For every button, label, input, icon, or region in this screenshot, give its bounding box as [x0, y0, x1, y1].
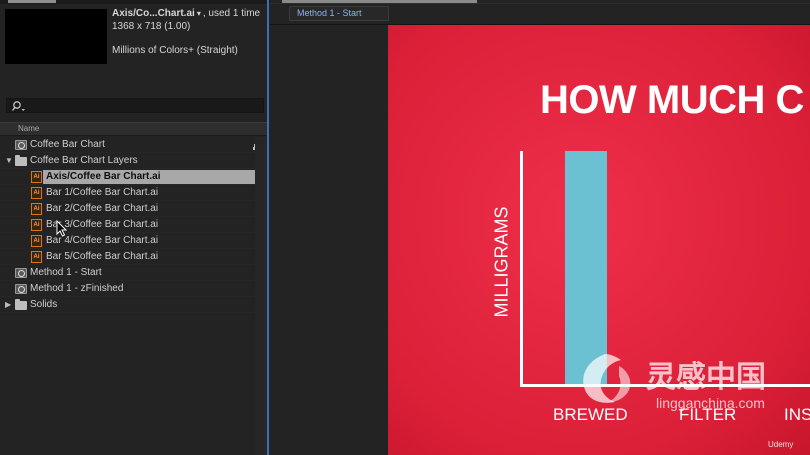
- composition-header-divider: [270, 3, 810, 4]
- chevron-down-icon[interactable]: ▾: [197, 8, 201, 21]
- footage-color-mode: Millions of Colors+ (Straight): [112, 45, 238, 56]
- disclosure-triangle-expanded-icon[interactable]: ▼: [5, 156, 13, 165]
- illustrator-file-icon: Ai: [31, 235, 42, 247]
- project-panel: Axis/Co...Chart.ai ▾ , used 1 time 1368 …: [0, 0, 270, 455]
- project-item[interactable]: Coffee Bar Chart: [0, 137, 267, 153]
- tab-method-1-start[interactable]: Method 1 - Start: [289, 6, 389, 21]
- search-icon: [12, 101, 25, 111]
- panel-focus-border: [267, 0, 269, 455]
- project-item-label: Bar 1/Coffee Bar Chart.ai: [46, 187, 159, 198]
- mouse-cursor-icon: [56, 220, 68, 237]
- project-item-selected[interactable]: Ai Axis/Coffee Bar Chart.ai: [0, 169, 267, 185]
- project-scrollbar[interactable]: [255, 137, 267, 455]
- project-item[interactable]: ▼ Coffee Bar Chart Layers: [0, 153, 267, 169]
- project-item[interactable]: Ai Bar 2/Coffee Bar Chart.ai: [0, 201, 267, 217]
- folder-icon: [15, 155, 27, 166]
- project-item[interactable]: Ai Bar 1/Coffee Bar Chart.ai: [0, 185, 267, 201]
- name-column-header[interactable]: Name: [0, 122, 267, 136]
- footage-file-name: Axis/Co...Chart.ai: [112, 8, 195, 19]
- project-tab-indicator[interactable]: [8, 0, 56, 3]
- footage-usage: , used 1 time: [202, 8, 261, 19]
- project-item-label: Method 1 - zFinished: [30, 283, 124, 294]
- project-item[interactable]: Ai Bar 4/Coffee Bar Chart.ai: [0, 233, 267, 249]
- project-item-list: Coffee Bar Chart ▼ Coffee Bar Chart Laye…: [0, 137, 267, 313]
- watermark-url: lingganchina.com: [656, 395, 765, 411]
- project-item[interactable]: ▶ Solids: [0, 297, 267, 313]
- watermark-chinese-text: 灵感中国: [646, 361, 766, 394]
- footage-thumbnail: [5, 9, 107, 64]
- illustrator-file-icon: Ai: [31, 219, 42, 231]
- composition-icon: [15, 284, 27, 294]
- folder-icon: [15, 299, 27, 310]
- project-item-label: Coffee Bar Chart Layers: [30, 155, 138, 166]
- x-label-instant: INS: [784, 405, 810, 424]
- project-item[interactable]: Ai Bar 5/Coffee Bar Chart.ai: [0, 249, 267, 265]
- illustrator-file-icon: Ai: [31, 203, 42, 215]
- project-item[interactable]: Method 1 - zFinished: [0, 281, 267, 297]
- composition-icon: [15, 140, 27, 150]
- project-item-label: Method 1 - Start: [30, 267, 102, 278]
- footage-info: Axis/Co...Chart.ai ▾ , used 1 time 1368 …: [112, 8, 260, 58]
- search-input[interactable]: [6, 98, 264, 113]
- composition-icon: [15, 268, 27, 278]
- chart-headline: HOW MUCH C: [540, 78, 804, 122]
- udemy-watermark: Udemy: [768, 440, 794, 449]
- project-item[interactable]: Ai Bar 3/Coffee Bar Chart.ai: [0, 217, 267, 233]
- disclosure-triangle-collapsed-icon[interactable]: ▶: [5, 300, 11, 309]
- project-item[interactable]: Method 1 - Start: [0, 265, 267, 281]
- project-item-label: Coffee Bar Chart: [30, 139, 105, 150]
- name-column-label: Name: [18, 124, 40, 133]
- illustrator-file-icon: Ai: [31, 251, 42, 263]
- illustrator-file-icon: Ai: [31, 187, 42, 199]
- illustrator-file-icon: Ai: [31, 171, 42, 183]
- project-item-label: Solids: [30, 299, 58, 310]
- x-label-brewed: BREWED: [553, 405, 628, 424]
- project-item-label: Bar 2/Coffee Bar Chart.ai: [46, 203, 159, 214]
- y-axis-label: MILLIGRAMS: [491, 206, 512, 318]
- chart-y-axis: [520, 151, 523, 387]
- project-item-label: Axis/Coffee Bar Chart.ai: [46, 171, 161, 182]
- project-item-label: Bar 5/Coffee Bar Chart.ai: [46, 251, 159, 262]
- watermark-logo-icon: [583, 354, 631, 403]
- footage-dimensions: 1368 x 718 (1.00): [112, 20, 191, 32]
- panel-tab-strip: [0, 0, 270, 4]
- chart-bar-brewed: [565, 151, 607, 384]
